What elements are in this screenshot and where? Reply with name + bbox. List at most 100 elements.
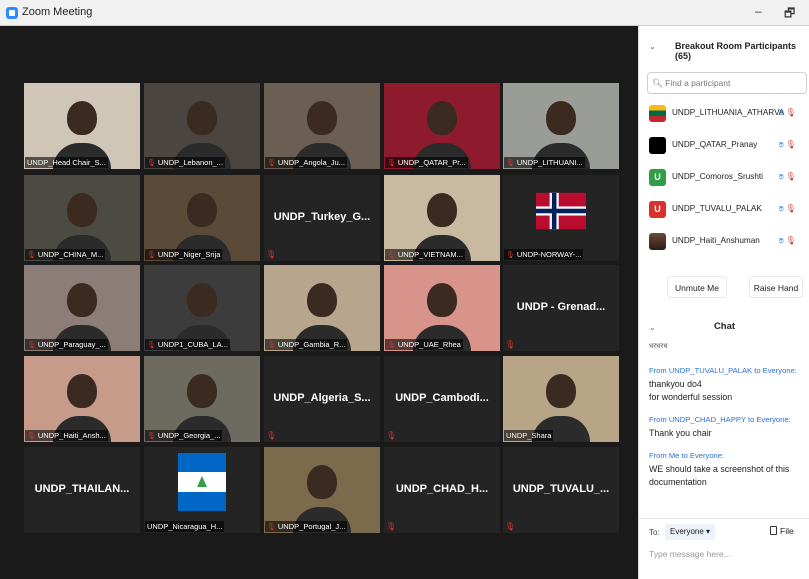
participant-name-label: 🎙︎ UNDP_QATAR_Pr... bbox=[385, 157, 468, 168]
search-icon: 🔍︎ bbox=[652, 78, 663, 88]
participant-tile[interactable]: 🎙︎ UNDP_Portugal_J... bbox=[264, 447, 380, 533]
file-button[interactable]: File bbox=[770, 526, 794, 536]
participant-name: UNDP_Paraguay_... bbox=[37, 340, 106, 349]
participant-tile[interactable]: 🎙︎ UNDP_Niger_Srija bbox=[144, 175, 260, 261]
participant-name-label: 🎙︎ UNDP_VIETNAM... bbox=[385, 249, 465, 260]
participant-name: UNDP_Portugal_J... bbox=[277, 522, 346, 531]
participant-tile[interactable]: UNDP_Head Chair_S... bbox=[24, 83, 140, 169]
person-head bbox=[307, 101, 337, 135]
mic-muted-icon: 🎙︎ bbox=[267, 342, 276, 349]
participant-tile[interactable]: 🎙︎ UNDP_UAE_Rhea bbox=[384, 265, 500, 351]
mic-muted-icon: 🎙︎ bbox=[147, 433, 156, 440]
participant-tile[interactable]: UNDP_Shara bbox=[503, 356, 619, 442]
participant-name: UNDP_LITHUANI... bbox=[516, 158, 583, 167]
mic-muted-icon: 🎙︎ bbox=[506, 160, 515, 167]
video-gallery: UNDP_Head Chair_S... 🎙︎ UNDP_Lebanon_... 🎙︎… bbox=[0, 26, 638, 579]
participant-row[interactable]: UNDP_QATAR_Pranay ✋︎ 🎙︎ bbox=[639, 137, 809, 157]
participant-tile[interactable]: 🎙︎ UNDP_Paraguay_... bbox=[24, 265, 140, 351]
recipient-label: To: bbox=[649, 528, 660, 537]
mic-muted-icon: 🎙︎ bbox=[267, 160, 276, 167]
participant-display-name: UNDP_CHAD_H... bbox=[395, 483, 489, 495]
chat-sender: From UNDP_CHAD_HAPPY to Everyone: bbox=[649, 415, 791, 424]
participant-row[interactable]: UNDP_Haiti_Anshuman ✋︎ 🎙︎ bbox=[639, 233, 809, 253]
restore-button[interactable]: 🗗 bbox=[784, 4, 795, 25]
participant-name-label: 🎙︎ UNDP1_CUBA_LA... bbox=[145, 339, 230, 350]
chat-message-text: Thank you chair bbox=[649, 428, 712, 438]
collapse-participants-icon[interactable]: ⌄ bbox=[649, 42, 656, 51]
person-head bbox=[187, 193, 217, 227]
chat-message-input[interactable]: Type message here... bbox=[649, 549, 731, 559]
person-head bbox=[427, 283, 457, 317]
recipient-select[interactable]: Everyone ▾ bbox=[665, 524, 716, 540]
participant-name-label: 🎙︎ UNDP_Georgia_... bbox=[145, 430, 223, 441]
raise-hand-button[interactable]: Raise Hand bbox=[749, 276, 803, 298]
participant-row[interactable]: UNDP_LITHUANIA_ATHARVA ✋︎ 🎙︎ bbox=[639, 105, 809, 125]
participant-name-label: 🎙︎ UNDP_UAE_Rhea bbox=[385, 339, 463, 350]
participant-row[interactable]: U UNDP_TUVALU_PALAK ✋︎ 🎙︎ bbox=[639, 201, 809, 221]
participant-tile[interactable]: UNDP_Cambodi... 🎙︎ bbox=[384, 356, 500, 442]
avatar: U bbox=[649, 169, 666, 186]
participant-tile[interactable]: 🎙︎ UNDP_Angola_Ju... bbox=[264, 83, 380, 169]
mic-muted-icon: 🎙︎ bbox=[387, 342, 396, 349]
participant-display-name: UNDP_Turkey_G... bbox=[273, 211, 371, 223]
participant-name: UNDP_Gambia_R... bbox=[277, 340, 346, 349]
participant-tile[interactable]: UNDP_CHAD_H... 🎙︎ bbox=[384, 447, 500, 533]
unmute-me-button[interactable]: Unmute Me bbox=[667, 276, 727, 298]
person-head bbox=[427, 101, 457, 135]
participant-name-label: 🎙︎ UNDP_Angola_Ju... bbox=[265, 157, 348, 168]
participant-name: UNDP1_CUBA_LA... bbox=[157, 340, 228, 349]
chat-sender: From Me to Everyone: bbox=[649, 451, 725, 460]
participant-tile[interactable]: UNDP_TUVALU_... 🎙︎ bbox=[503, 447, 619, 533]
participant-name-label: 🎙︎ UNDP_Lebanon_... bbox=[145, 157, 225, 168]
participant-tile[interactable]: 🎙︎ UNDP_Georgia_... bbox=[144, 356, 260, 442]
participant-tile[interactable]: UNDP_Turkey_G... 🎙︎ bbox=[264, 175, 380, 261]
participant-tile[interactable]: 🎙︎ UNDP1_CUBA_LA... bbox=[144, 265, 260, 351]
participant-name-label: UNDP_Head Chair_S... bbox=[25, 157, 108, 168]
mic-muted-icon: 🎙︎ bbox=[266, 250, 277, 259]
chat-message-text: thankyou do4 bbox=[649, 379, 702, 389]
participant-status-icons: ✋︎ 🎙︎ bbox=[779, 172, 796, 182]
participant-display-name: UNDP - Grenad... bbox=[516, 301, 606, 313]
mic-muted-icon: 🎙︎ bbox=[147, 342, 156, 349]
participant-tile[interactable]: 🎙︎ UNDP_Gambia_R... bbox=[264, 265, 380, 351]
participant-tile[interactable]: 🎙︎ UNDP_Lebanon_... bbox=[144, 83, 260, 169]
minimize-button[interactable]: – bbox=[755, 4, 762, 18]
participant-tile[interactable]: UNDP_Nicaragua_H... bbox=[144, 447, 260, 533]
mic-muted-icon: 🎙︎ bbox=[27, 342, 36, 349]
title-bar: Zoom Meeting – 🗗 bbox=[0, 0, 809, 26]
participant-tile[interactable]: UNDP_Algeria_S... 🎙︎ bbox=[264, 356, 380, 442]
file-label: File bbox=[780, 526, 794, 536]
participant-tile[interactable]: UNDP_THAILAN... bbox=[24, 447, 140, 533]
hand-icon: ✋︎ bbox=[779, 140, 784, 149]
participant-row[interactable]: U UNDP_Comoros_Srushti ✋︎ 🎙︎ bbox=[639, 169, 809, 189]
avatar bbox=[649, 137, 666, 154]
nicaragua-flag-icon bbox=[178, 453, 226, 511]
participant-list-name: UNDP_QATAR_Pranay bbox=[672, 140, 758, 149]
zoom-logo-icon bbox=[6, 7, 18, 19]
chat-message-text: documentation bbox=[649, 477, 707, 487]
participant-list-name: UNDP_Haiti_Anshuman bbox=[672, 236, 760, 245]
participant-name-label: 🎙︎ UNDP_Haiti_Ansh... bbox=[25, 430, 108, 441]
participant-display-name: UNDP_THAILAN... bbox=[34, 483, 130, 495]
file-icon bbox=[770, 526, 777, 535]
mic-muted-icon: 🎙︎ bbox=[506, 252, 515, 259]
person-head bbox=[67, 374, 97, 408]
participant-list-name: UNDP_Comoros_Srushti bbox=[672, 172, 764, 181]
participant-search-input[interactable]: 🔍︎ Find a participant bbox=[647, 72, 807, 94]
avatar bbox=[649, 233, 666, 250]
norway-flag-icon bbox=[536, 192, 586, 230]
participant-tile[interactable]: 🎙︎ UNDP_CHINA_M... bbox=[24, 175, 140, 261]
participant-tile[interactable]: 🎙︎ UNDP_LITHUANI... bbox=[503, 83, 619, 169]
mic-muted-icon: 🎙︎ bbox=[505, 340, 516, 349]
mic-muted-icon: 🎙︎ bbox=[27, 252, 36, 259]
search-placeholder: Find a participant bbox=[665, 78, 731, 88]
participant-tile[interactable]: 🎙︎ UNDP_VIETNAM... bbox=[384, 175, 500, 261]
participant-tile[interactable]: 🎙︎ UNDP-NORWAY-... bbox=[503, 175, 619, 261]
participant-tile[interactable]: 🎙︎ UNDP_Haiti_Ansh... bbox=[24, 356, 140, 442]
person-head bbox=[307, 283, 337, 317]
mic-muted-icon: 🎙︎ bbox=[267, 524, 276, 531]
participant-name-label: UNDP_Shara bbox=[504, 430, 554, 441]
participant-tile[interactable]: 🎙︎ UNDP_QATAR_Pr... bbox=[384, 83, 500, 169]
participant-tile[interactable]: UNDP - Grenad... 🎙︎ bbox=[503, 265, 619, 351]
participant-name: UNDP_QATAR_Pr... bbox=[397, 158, 466, 167]
